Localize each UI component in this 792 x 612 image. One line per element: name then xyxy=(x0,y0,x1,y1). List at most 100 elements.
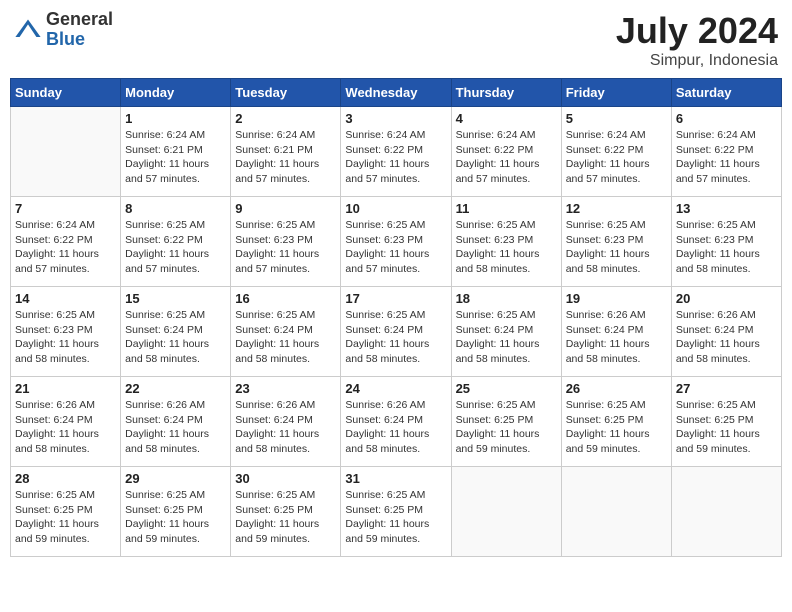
day-number: 18 xyxy=(456,291,557,306)
day-number: 6 xyxy=(676,111,777,126)
day-info: Sunrise: 6:25 AMSunset: 6:23 PMDaylight:… xyxy=(235,218,336,277)
day-number: 30 xyxy=(235,471,336,486)
calendar-cell: 21 Sunrise: 6:26 AMSunset: 6:24 PMDayligh… xyxy=(11,377,121,467)
day-number: 25 xyxy=(456,381,557,396)
logo-text: General Blue xyxy=(46,10,113,50)
day-number: 4 xyxy=(456,111,557,126)
day-number: 27 xyxy=(676,381,777,396)
day-number: 10 xyxy=(345,201,446,216)
calendar-cell: 7 Sunrise: 6:24 AMSunset: 6:22 PMDaylight… xyxy=(11,197,121,287)
logo-general: General xyxy=(46,10,113,30)
calendar-cell: 29 Sunrise: 6:25 AMSunset: 6:25 PMDayligh… xyxy=(121,467,231,557)
day-number: 17 xyxy=(345,291,446,306)
day-number: 9 xyxy=(235,201,336,216)
calendar-cell: 16 Sunrise: 6:25 AMSunset: 6:24 PMDayligh… xyxy=(231,287,341,377)
day-info: Sunrise: 6:25 AMSunset: 6:22 PMDaylight:… xyxy=(125,218,226,277)
weekday-header: Wednesday xyxy=(341,79,451,107)
day-info: Sunrise: 6:25 AMSunset: 6:24 PMDaylight:… xyxy=(456,308,557,367)
calendar-cell xyxy=(671,467,781,557)
calendar-cell: 18 Sunrise: 6:25 AMSunset: 6:24 PMDayligh… xyxy=(451,287,561,377)
day-number: 19 xyxy=(566,291,667,306)
day-info: Sunrise: 6:25 AMSunset: 6:25 PMDaylight:… xyxy=(15,488,116,547)
calendar-cell: 19 Sunrise: 6:26 AMSunset: 6:24 PMDayligh… xyxy=(561,287,671,377)
calendar-cell: 17Sunrise: 6:25 AMSunset: 6:24 PMDayligh… xyxy=(341,287,451,377)
weekday-header-row: SundayMondayTuesdayWednesdayThursdayFrid… xyxy=(11,79,782,107)
calendar-cell: 2 Sunrise: 6:24 AMSunset: 6:21 PMDaylight… xyxy=(231,107,341,197)
weekday-header: Tuesday xyxy=(231,79,341,107)
calendar-week-row: 7 Sunrise: 6:24 AMSunset: 6:22 PMDaylight… xyxy=(11,197,782,287)
calendar-cell: 8 Sunrise: 6:25 AMSunset: 6:22 PMDaylight… xyxy=(121,197,231,287)
day-info: Sunrise: 6:25 AMSunset: 6:25 PMDaylight:… xyxy=(125,488,226,547)
day-number: 24 xyxy=(345,381,446,396)
logo: General Blue xyxy=(14,10,113,50)
day-number: 23 xyxy=(235,381,336,396)
logo-icon xyxy=(14,16,42,44)
day-number: 3 xyxy=(345,111,446,126)
calendar-cell: 20Sunrise: 6:26 AMSunset: 6:24 PMDayligh… xyxy=(671,287,781,377)
weekday-header: Friday xyxy=(561,79,671,107)
calendar-cell: 26Sunrise: 6:25 AMSunset: 6:25 PMDayligh… xyxy=(561,377,671,467)
calendar-cell: 22Sunrise: 6:26 AMSunset: 6:24 PMDayligh… xyxy=(121,377,231,467)
day-info: Sunrise: 6:24 AMSunset: 6:21 PMDaylight:… xyxy=(125,128,226,187)
day-number: 5 xyxy=(566,111,667,126)
day-number: 16 xyxy=(235,291,336,306)
day-info: Sunrise: 6:25 AMSunset: 6:24 PMDaylight:… xyxy=(125,308,226,367)
weekday-header: Monday xyxy=(121,79,231,107)
day-info: Sunrise: 6:25 AMSunset: 6:23 PMDaylight:… xyxy=(345,218,446,277)
day-number: 8 xyxy=(125,201,226,216)
day-number: 21 xyxy=(15,381,116,396)
day-info: Sunrise: 6:26 AMSunset: 6:24 PMDaylight:… xyxy=(15,398,116,457)
calendar-cell: 14 Sunrise: 6:25 AMSunset: 6:23 PMDayligh… xyxy=(11,287,121,377)
day-info: Sunrise: 6:24 AMSunset: 6:22 PMDaylight:… xyxy=(345,128,446,187)
calendar-cell: 13Sunrise: 6:25 AMSunset: 6:23 PMDayligh… xyxy=(671,197,781,287)
calendar-cell: 28 Sunrise: 6:25 AMSunset: 6:25 PMDayligh… xyxy=(11,467,121,557)
day-number: 11 xyxy=(456,201,557,216)
page-header: General Blue July 2024 Simpur, Indonesia xyxy=(10,10,782,70)
day-number: 14 xyxy=(15,291,116,306)
day-info: Sunrise: 6:25 AMSunset: 6:25 PMDaylight:… xyxy=(235,488,336,547)
day-number: 20 xyxy=(676,291,777,306)
calendar-cell: 4 Sunrise: 6:24 AMSunset: 6:22 PMDaylight… xyxy=(451,107,561,197)
day-number: 15 xyxy=(125,291,226,306)
day-info: Sunrise: 6:25 AMSunset: 6:25 PMDaylight:… xyxy=(676,398,777,457)
day-info: Sunrise: 6:25 AMSunset: 6:23 PMDaylight:… xyxy=(15,308,116,367)
weekday-header: Thursday xyxy=(451,79,561,107)
calendar-week-row: 21 Sunrise: 6:26 AMSunset: 6:24 PMDayligh… xyxy=(11,377,782,467)
weekday-header: Saturday xyxy=(671,79,781,107)
weekday-header: Sunday xyxy=(11,79,121,107)
day-info: Sunrise: 6:25 AMSunset: 6:23 PMDaylight:… xyxy=(456,218,557,277)
calendar-cell: 3 Sunrise: 6:24 AMSunset: 6:22 PMDaylight… xyxy=(341,107,451,197)
calendar-cell: 25 Sunrise: 6:25 AMSunset: 6:25 PMDayligh… xyxy=(451,377,561,467)
day-info: Sunrise: 6:25 AMSunset: 6:25 PMDaylight:… xyxy=(456,398,557,457)
day-number: 31 xyxy=(345,471,446,486)
calendar-cell: 24Sunrise: 6:26 AMSunset: 6:24 PMDayligh… xyxy=(341,377,451,467)
day-number: 22 xyxy=(125,381,226,396)
calendar-cell: 9 Sunrise: 6:25 AMSunset: 6:23 PMDaylight… xyxy=(231,197,341,287)
calendar-cell: 15 Sunrise: 6:25 AMSunset: 6:24 PMDayligh… xyxy=(121,287,231,377)
calendar-week-row: 14 Sunrise: 6:25 AMSunset: 6:23 PMDayligh… xyxy=(11,287,782,377)
day-number: 28 xyxy=(15,471,116,486)
day-info: Sunrise: 6:24 AMSunset: 6:22 PMDaylight:… xyxy=(566,128,667,187)
day-info: Sunrise: 6:24 AMSunset: 6:21 PMDaylight:… xyxy=(235,128,336,187)
day-number: 7 xyxy=(15,201,116,216)
day-info: Sunrise: 6:26 AMSunset: 6:24 PMDaylight:… xyxy=(566,308,667,367)
calendar-week-row: 28 Sunrise: 6:25 AMSunset: 6:25 PMDayligh… xyxy=(11,467,782,557)
calendar-cell xyxy=(451,467,561,557)
day-info: Sunrise: 6:25 AMSunset: 6:24 PMDaylight:… xyxy=(235,308,336,367)
day-info: Sunrise: 6:24 AMSunset: 6:22 PMDaylight:… xyxy=(15,218,116,277)
day-info: Sunrise: 6:25 AMSunset: 6:25 PMDaylight:… xyxy=(345,488,446,547)
calendar-cell: 23 Sunrise: 6:26 AMSunset: 6:24 PMDayligh… xyxy=(231,377,341,467)
title-block: July 2024 Simpur, Indonesia xyxy=(616,10,778,70)
day-info: Sunrise: 6:25 AMSunset: 6:23 PMDaylight:… xyxy=(566,218,667,277)
calendar-cell: 30 Sunrise: 6:25 AMSunset: 6:25 PMDayligh… xyxy=(231,467,341,557)
calendar-cell: 12 Sunrise: 6:25 AMSunset: 6:23 PMDayligh… xyxy=(561,197,671,287)
day-number: 29 xyxy=(125,471,226,486)
day-number: 12 xyxy=(566,201,667,216)
calendar-cell: 10 Sunrise: 6:25 AMSunset: 6:23 PMDayligh… xyxy=(341,197,451,287)
day-info: Sunrise: 6:26 AMSunset: 6:24 PMDaylight:… xyxy=(235,398,336,457)
calendar-cell: 5 Sunrise: 6:24 AMSunset: 6:22 PMDaylight… xyxy=(561,107,671,197)
day-number: 2 xyxy=(235,111,336,126)
calendar-cell: 31 Sunrise: 6:25 AMSunset: 6:25 PMDayligh… xyxy=(341,467,451,557)
day-info: Sunrise: 6:24 AMSunset: 6:22 PMDaylight:… xyxy=(456,128,557,187)
day-info: Sunrise: 6:24 AMSunset: 6:22 PMDaylight:… xyxy=(676,128,777,187)
